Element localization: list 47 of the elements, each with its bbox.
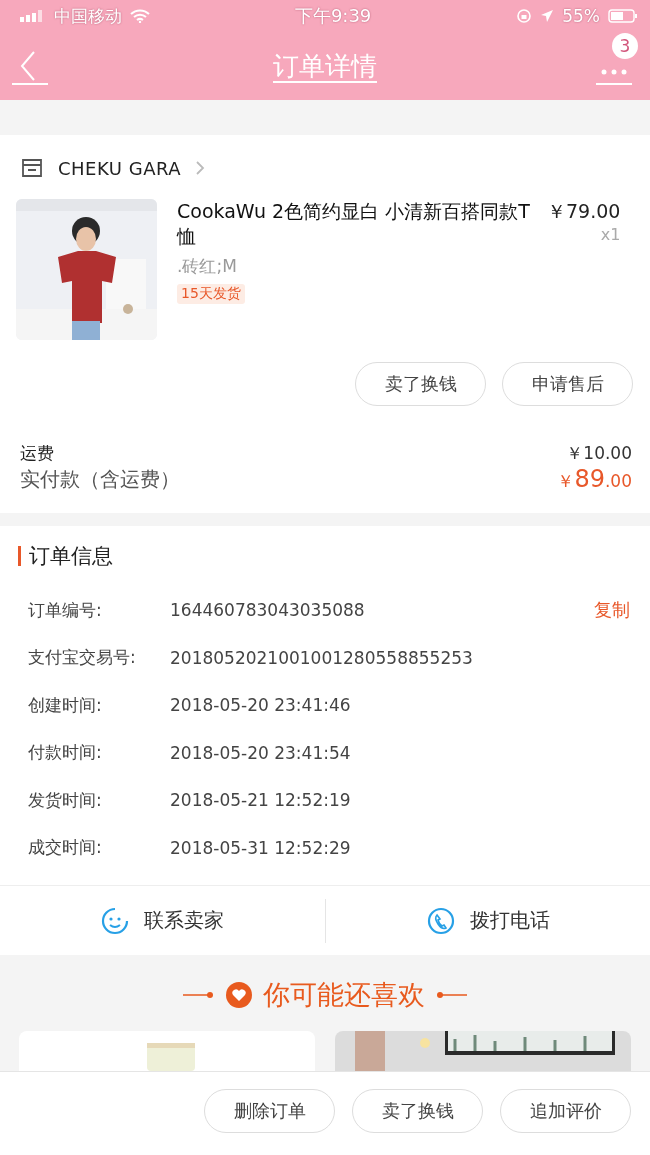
product-title[interactable]: CookaWu 2色简约显白 小清新百搭同款T恤 bbox=[177, 199, 537, 250]
action-button[interactable]: 卖了换钱 bbox=[355, 362, 486, 407]
info-value: 2018-05-20 23:41:54 bbox=[170, 742, 352, 763]
info-label: 发货时间: bbox=[28, 788, 103, 812]
recommend-title: 你可能还喜欢 bbox=[263, 978, 425, 1012]
contact-seller-button[interactable]: 联系卖家 bbox=[0, 886, 325, 955]
paid-label: 实付款（含运费） bbox=[20, 465, 180, 493]
info-value: 164460783043035088 bbox=[170, 600, 366, 621]
battery-percent: 55% bbox=[562, 6, 600, 26]
product-price: ￥79.00 bbox=[547, 199, 621, 225]
action-button[interactable]: 删除订单 bbox=[204, 1088, 335, 1133]
smiley-icon bbox=[100, 905, 131, 936]
clock-time: 下午9:39 bbox=[294, 4, 372, 28]
page-title: 订单详情 bbox=[273, 49, 377, 83]
divider-ornament-icon bbox=[183, 991, 215, 999]
phone-icon bbox=[425, 905, 456, 936]
shipping-tag: 15天发货 bbox=[177, 284, 245, 305]
store-icon bbox=[20, 157, 44, 180]
product-quantity: x1 bbox=[600, 225, 621, 245]
chevron-right-icon bbox=[195, 160, 206, 177]
divider-ornament-icon bbox=[435, 991, 467, 999]
lock-rotation-icon bbox=[516, 8, 533, 24]
copy-link[interactable]: 复制 bbox=[594, 598, 630, 623]
info-value: 2018-05-31 12:52:29 bbox=[170, 837, 352, 858]
info-label: 创建时间: bbox=[28, 693, 103, 717]
info-label: 订单编号: bbox=[28, 598, 103, 622]
action-button[interactable]: 追加评价 bbox=[500, 1088, 631, 1133]
info-label: 付款时间: bbox=[28, 741, 103, 765]
info-value: 2018-05-21 12:52:19 bbox=[170, 790, 352, 811]
info-label: 支付宝交易号: bbox=[28, 646, 137, 670]
location-arrow-icon bbox=[540, 9, 555, 23]
action-button[interactable]: 申请售后 bbox=[502, 362, 633, 407]
info-value: 2018-05-20 23:41:46 bbox=[170, 695, 352, 716]
info-label: 成交时间: bbox=[28, 836, 103, 860]
shipping-fee: ￥10.00 bbox=[566, 442, 632, 466]
notification-badge: 3 bbox=[612, 33, 638, 59]
battery-icon bbox=[608, 9, 638, 23]
shop-name[interactable]: CHEKU GARA bbox=[58, 157, 182, 179]
shipping-label: 运费 bbox=[20, 442, 54, 466]
product-variant: .砖红;M bbox=[177, 255, 237, 279]
action-button[interactable]: 卖了换钱 bbox=[352, 1088, 483, 1133]
info-value: 2018052021001001280558855253 bbox=[170, 647, 474, 668]
paid-amount: ￥89.00 bbox=[557, 465, 632, 494]
carrier-name: 中国移动 bbox=[54, 4, 122, 28]
call-button[interactable]: 拨打电话 bbox=[325, 886, 650, 955]
section-title: 订单信息 bbox=[29, 543, 113, 571]
wifi-icon bbox=[130, 9, 150, 23]
